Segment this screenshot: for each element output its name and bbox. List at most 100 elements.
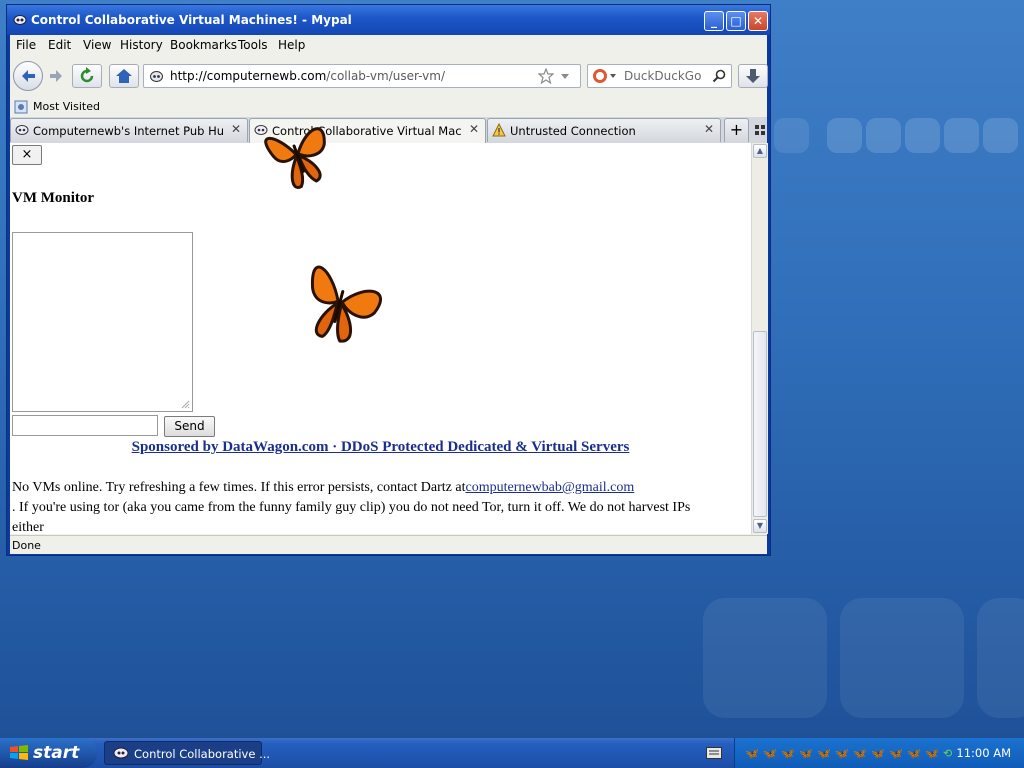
back-button[interactable] (13, 61, 43, 91)
url-path: /collab-vm/user-vm/ (326, 69, 446, 83)
search-bar[interactable]: DuckDuckGo (587, 64, 732, 88)
most-visited-icon (14, 100, 28, 114)
navigation-toolbar: http://computernewb.com/collab-vm/user-v… (10, 57, 768, 95)
send-button[interactable]: Send (164, 416, 215, 437)
butterfly-icon (264, 127, 326, 190)
home-button[interactable] (109, 64, 139, 88)
system-tray: 🦋 🦋 🦋 🦋 🦋 🦋 🦋 🦋 🦋 🦋 🦋 ⟲ 11:00 AM (734, 738, 1024, 768)
butterfly-icon[interactable]: 🦋 (853, 747, 867, 760)
search-icon[interactable] (712, 69, 726, 83)
butterfly-icon[interactable]: 🦋 (835, 747, 849, 760)
menu-bar: File Edit View History Bookmarks Tools H… (10, 35, 767, 55)
scroll-down-button[interactable]: ▼ (753, 519, 767, 533)
download-arrow-icon (746, 69, 760, 83)
chevron-down-icon[interactable] (560, 73, 570, 81)
scroll-up-button[interactable]: ▲ (753, 144, 767, 158)
menu-view[interactable]: View (83, 38, 111, 52)
tab-strip: Computernewb's Internet Pub Hub ✕ Contro… (10, 117, 767, 144)
taskbar-item-browser[interactable]: Control Collaborative ... (104, 741, 270, 765)
search-placeholder: DuckDuckGo (624, 69, 702, 83)
status-bar: Done (10, 535, 767, 554)
reload-icon (80, 67, 94, 83)
tor-message: . If you're using tor (aka you came from… (12, 500, 691, 515)
forward-button[interactable] (46, 66, 68, 86)
butterfly-icon[interactable]: 🦋 (871, 747, 885, 760)
desktop-tile (905, 118, 940, 153)
downloads-button[interactable] (738, 64, 768, 88)
start-button[interactable]: start (0, 738, 97, 768)
message-text: No VMs online. Try refreshing a few time… (12, 480, 466, 495)
tab-grid-icon[interactable] (755, 125, 765, 135)
desktop-tile (774, 118, 809, 153)
windows-logo-icon (10, 745, 28, 760)
tor-message-continued: either (12, 520, 44, 534)
menu-bookmarks[interactable]: Bookmarks (170, 38, 237, 52)
globe-icon (15, 125, 29, 135)
tab-label: Untrusted Connection (510, 124, 636, 138)
desktop-tile (944, 118, 979, 153)
app-icon (113, 747, 129, 759)
maximize-button[interactable]: □ (726, 11, 746, 31)
desktop-tile (827, 118, 862, 153)
scroll-thumb[interactable] (753, 331, 767, 517)
desktop-tile (866, 118, 901, 153)
most-visited-link[interactable]: Most Visited (33, 100, 100, 113)
butterfly-icon[interactable]: 🦋 (763, 747, 777, 760)
close-icon[interactable]: ✕ (231, 122, 241, 136)
url-text: http://computernewb.com/collab-vm/user-v… (170, 69, 445, 83)
butterfly-icon[interactable]: 🦋 (817, 747, 831, 760)
sponsor-link[interactable]: Sponsored by DataWagon.com · DDoS Protec… (10, 439, 751, 456)
menu-file[interactable]: File (16, 38, 36, 52)
butterfly-icon[interactable]: 🦋 (907, 747, 921, 760)
tab-pub-hub[interactable]: Computernewb's Internet Pub Hub ✕ (10, 118, 248, 142)
page-heading: VM Monitor (12, 190, 95, 206)
menu-tools[interactable]: Tools (238, 38, 268, 52)
contact-email-link[interactable]: computernewbab@gmail.com (465, 480, 634, 495)
url-host: http://computernewb.com (170, 69, 327, 83)
butterfly-icon[interactable]: 🦋 (889, 747, 903, 760)
duckduckgo-icon[interactable] (592, 68, 618, 84)
butterfly-icon[interactable]: 🦋 (799, 747, 813, 760)
title-bar[interactable]: Control Collaborative Virtual Machines! … (7, 5, 770, 35)
address-bar[interactable]: http://computernewb.com/collab-vm/user-v… (143, 64, 581, 88)
menu-edit[interactable]: Edit (48, 38, 71, 52)
start-label: start (33, 743, 80, 763)
resize-grip-icon[interactable] (181, 400, 190, 409)
butterfly-icon[interactable]: 🦋 (781, 747, 795, 760)
tab-untrusted-connection[interactable]: Untrusted Connection ✕ (487, 118, 721, 142)
site-identity-icon (150, 71, 163, 82)
vm-monitor-area[interactable] (12, 232, 193, 412)
close-icon[interactable]: ✕ (469, 122, 479, 136)
arrow-right-icon (50, 70, 62, 82)
bookmark-star-icon[interactable] (538, 68, 554, 84)
new-tab-button[interactable]: + (724, 118, 749, 142)
network-icon[interactable]: ⟲ (943, 747, 952, 760)
app-icon (13, 15, 27, 25)
chat-input[interactable] (12, 415, 158, 436)
close-window-button[interactable]: ✕ (748, 11, 768, 31)
home-icon (116, 69, 132, 83)
desktop-tile (983, 118, 1018, 153)
menu-help[interactable]: Help (278, 38, 305, 52)
butterfly-icon[interactable]: 🦋 (745, 747, 759, 760)
menu-history[interactable]: History (120, 38, 163, 52)
vertical-scrollbar[interactable]: ▲ ▼ (751, 143, 768, 534)
minimize-button[interactable]: _ (704, 11, 724, 31)
taskbar: start Control Collaborative ... 🦋 🦋 🦋 🦋 … (0, 738, 1024, 768)
desktop-tile (703, 598, 827, 718)
tab-label: Computernewb's Internet Pub Hub (33, 124, 223, 138)
bookmarks-toolbar: Most Visited (10, 97, 767, 117)
reload-button[interactable] (72, 64, 102, 88)
arrow-left-icon (22, 70, 35, 82)
butterfly-icon[interactable]: 🦋 (925, 747, 939, 760)
warning-icon (492, 123, 506, 137)
desktop-tile (977, 598, 1024, 718)
clock[interactable]: 11:00 AM (956, 746, 1011, 760)
window-title: Control Collaborative Virtual Machines! … (31, 13, 352, 27)
desktop-tile (840, 598, 964, 718)
close-button[interactable]: × (12, 145, 42, 165)
keyboard-icon[interactable] (706, 747, 722, 759)
status-message: No VMs online. Try refreshing a few time… (12, 480, 747, 496)
status-text: Done (12, 539, 41, 552)
close-icon[interactable]: ✕ (704, 122, 714, 136)
